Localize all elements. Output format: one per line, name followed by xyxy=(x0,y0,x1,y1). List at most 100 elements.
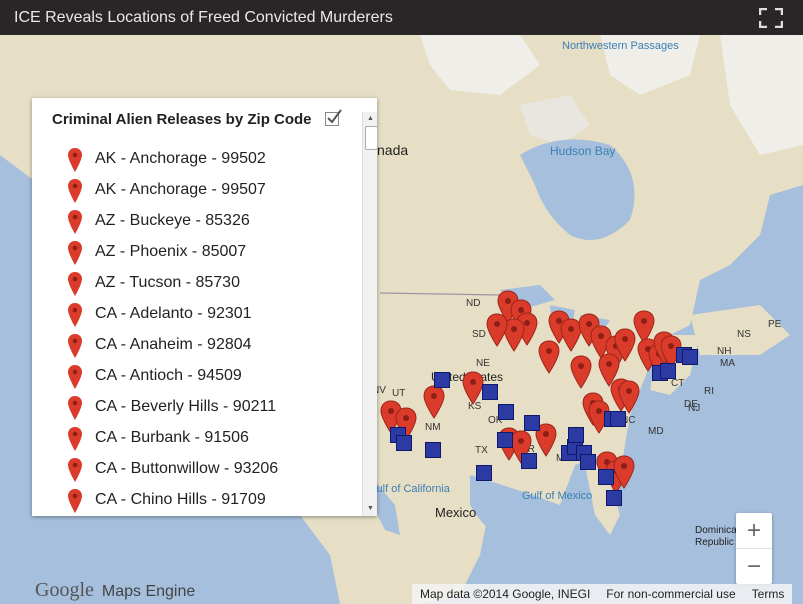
map-marker-square[interactable] xyxy=(425,442,441,458)
title-bar: ICE Reveals Locations of Freed Convicted… xyxy=(0,0,803,35)
map-marker-pin-icon[interactable] xyxy=(570,355,592,389)
legend-item[interactable]: AZ - Phoenix - 85007 xyxy=(32,239,362,270)
legend-item[interactable]: CA - Buttonwillow - 93206 xyxy=(32,456,362,487)
legend-item-label: CA - Antioch - 94509 xyxy=(95,367,242,384)
map-marker-square[interactable] xyxy=(396,435,412,451)
map-pin-icon xyxy=(68,179,82,203)
map-marker-square[interactable] xyxy=(476,465,492,481)
legend-list: AK - Anchorage - 99502 AK - Anchorage - 9… xyxy=(32,146,362,516)
fullscreen-icon[interactable] xyxy=(759,8,783,28)
state-label: PE xyxy=(768,319,782,330)
state-label: TX xyxy=(475,445,488,456)
state-label: ND xyxy=(466,298,481,309)
state-label: NH xyxy=(717,346,732,357)
state-label: NS xyxy=(737,329,751,340)
legend-scrollbar[interactable]: ▲ ▼ xyxy=(362,112,377,516)
legend-item-label: AK - Anchorage - 99502 xyxy=(95,150,266,167)
scroll-up-arrow-icon[interactable]: ▲ xyxy=(363,112,377,126)
map-pin-icon xyxy=(68,427,82,451)
map-marker-square[interactable] xyxy=(482,384,498,400)
state-label: NM xyxy=(425,422,441,433)
state-label: NE xyxy=(476,358,490,369)
legend-item-label: AZ - Tucson - 85730 xyxy=(95,274,240,291)
zoom-out-button[interactable]: − xyxy=(736,549,772,584)
map-data-credit: Map data ©2014 Google, INEGI xyxy=(420,587,591,601)
map-pin-icon xyxy=(68,272,82,296)
scroll-thumb[interactable] xyxy=(365,126,377,150)
legend-item[interactable]: AZ - Tucson - 85730 xyxy=(32,270,362,301)
legend-item[interactable]: CA - Beverly Hills - 90211 xyxy=(32,394,362,425)
map-pin-icon xyxy=(68,396,82,420)
map-pin-icon xyxy=(68,334,82,358)
legend-item-label: AK - Anchorage - 99507 xyxy=(95,181,266,198)
scroll-down-arrow-icon[interactable]: ▼ xyxy=(363,502,377,516)
legend-item-label: CA - Buttonwillow - 93206 xyxy=(95,460,279,477)
google-logo: Google xyxy=(35,579,94,601)
legend-item[interactable]: CA - Burbank - 91506 xyxy=(32,425,362,456)
map-marker-square[interactable] xyxy=(580,454,596,470)
legend-panel: Criminal Alien Releases by Zip Code AK -… xyxy=(32,98,377,516)
legend-item[interactable]: CA - Adelanto - 92301 xyxy=(32,301,362,332)
water-label-gulf-of-mexico: Gulf of Mexico xyxy=(522,490,593,502)
legend-title: Criminal Alien Releases by Zip Code xyxy=(52,111,312,128)
legend-item-label: CA - Beverly Hills - 90211 xyxy=(95,398,277,415)
legend-item[interactable]: AZ - Buckeye - 85326 xyxy=(32,208,362,239)
map-marker-pin-icon[interactable] xyxy=(423,385,445,419)
google-maps-engine-logo: Google Maps Engine xyxy=(35,579,195,602)
place-label-canada: nada xyxy=(377,142,409,158)
zoom-control: + − xyxy=(736,513,772,584)
map-app: ICE Reveals Locations of Freed Convicted… xyxy=(0,0,803,604)
state-label: NJ xyxy=(688,403,701,414)
state-label: MA xyxy=(720,358,735,369)
map-pin-icon xyxy=(68,148,82,172)
maps-engine-label: Maps Engine xyxy=(101,583,196,600)
legend-item-label: CA - Adelanto - 92301 xyxy=(95,305,252,322)
map-pin-icon xyxy=(68,458,82,482)
place-label-mexico: Mexico xyxy=(435,505,477,520)
map-pin-icon xyxy=(68,210,82,234)
map-marker-square[interactable] xyxy=(497,432,513,448)
noncommercial-link[interactable]: For non-commercial use xyxy=(598,587,743,601)
legend-item[interactable]: CA - Chino Hills - 91709 xyxy=(32,487,362,516)
layer-visibility-checkbox[interactable] xyxy=(324,108,344,128)
legend-item[interactable]: CA - Anaheim - 92804 xyxy=(32,332,362,363)
legend-item-label: AZ - Phoenix - 85007 xyxy=(95,243,247,260)
map-marker-square[interactable] xyxy=(660,363,676,379)
map-marker-square[interactable] xyxy=(606,490,622,506)
state-label: UT xyxy=(392,388,406,399)
map-pin-icon xyxy=(68,489,82,513)
legend-item-label: CA - Anaheim - 92804 xyxy=(95,336,252,353)
page-title: ICE Reveals Locations of Freed Convicted… xyxy=(14,9,393,26)
map-marker-square[interactable] xyxy=(498,404,514,420)
legend-item[interactable]: CA - Antioch - 94509 xyxy=(32,363,362,394)
terms-link[interactable]: Terms xyxy=(744,587,793,601)
water-label-northwestern-passages: Northwestern Passages xyxy=(562,40,679,52)
map-marker-pin-icon[interactable] xyxy=(486,313,508,347)
map-marker-square[interactable] xyxy=(568,427,584,443)
zoom-in-button[interactable]: + xyxy=(736,513,772,549)
water-label-hudson-bay: Hudson Bay xyxy=(550,144,616,158)
map-pin-icon xyxy=(68,303,82,327)
map-marker-square[interactable] xyxy=(521,453,537,469)
state-label: RI xyxy=(704,386,714,397)
map-marker-square[interactable] xyxy=(610,411,626,427)
map-pin-icon xyxy=(68,241,82,265)
map-marker-square[interactable] xyxy=(598,469,614,485)
state-label: CT xyxy=(671,378,685,389)
water-label-gulf-of-california: Gulf of California xyxy=(368,483,450,495)
map-marker-pin-icon[interactable] xyxy=(613,455,635,489)
map-pin-icon xyxy=(68,365,82,389)
map-marker-square[interactable] xyxy=(524,415,540,431)
map-marker-square[interactable] xyxy=(434,372,450,388)
map-canvas[interactable]: Northwestern Passages Hudson Bay Gulf of… xyxy=(0,35,803,604)
legend-item[interactable]: AK - Anchorage - 99502 xyxy=(32,146,362,177)
state-label: MD xyxy=(648,426,664,437)
map-marker-square[interactable] xyxy=(682,349,698,365)
map-marker-pin-icon[interactable] xyxy=(462,371,484,405)
map-marker-pin-icon[interactable] xyxy=(618,380,640,414)
legend-item-label: CA - Burbank - 91506 xyxy=(95,429,249,446)
legend-item-label: AZ - Buckeye - 85326 xyxy=(95,212,250,229)
legend-item[interactable]: AK - Anchorage - 99507 xyxy=(32,177,362,208)
legend-item-label: CA - Chino Hills - 91709 xyxy=(95,491,266,508)
map-marker-pin-icon[interactable] xyxy=(538,340,560,374)
